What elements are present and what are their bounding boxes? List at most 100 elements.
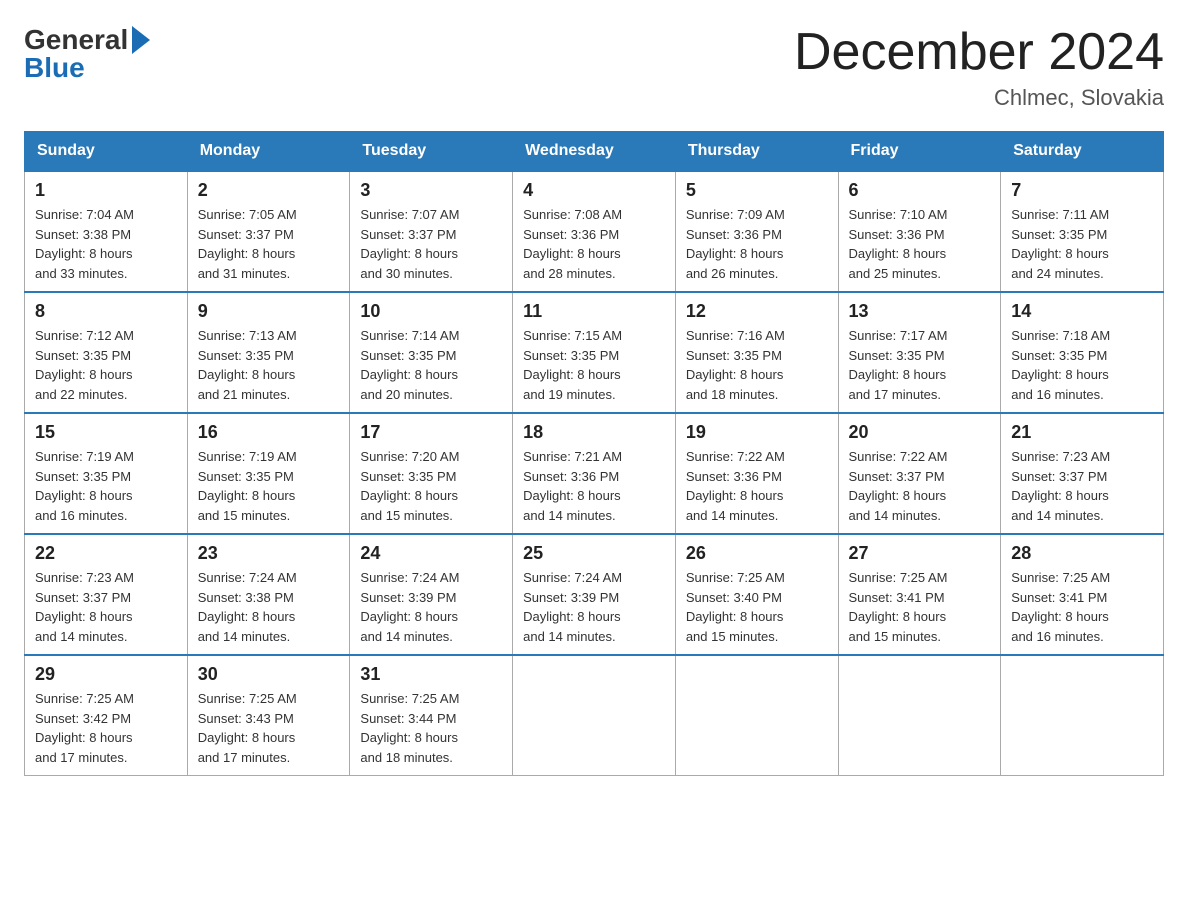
calendar-cell: 15 Sunrise: 7:19 AMSunset: 3:35 PMDayligh…: [25, 413, 188, 534]
calendar-cell: 1Sunrise: 7:04 AMSunset: 3:38 PMDaylight…: [25, 171, 188, 292]
day-number: 25: [523, 543, 665, 564]
day-info: Sunrise: 7:15 AMSunset: 3:35 PMDaylight:…: [523, 326, 665, 404]
day-number: 16: [198, 422, 340, 443]
day-number: 3: [360, 180, 502, 201]
calendar-cell: 26Sunrise: 7:25 AMSunset: 3:40 PMDayligh…: [675, 534, 838, 655]
week-row-1: 1Sunrise: 7:04 AMSunset: 3:38 PMDaylight…: [25, 171, 1164, 292]
day-info: Sunrise: 7:19 AMSunset: 3:35 PMDaylight:…: [35, 447, 177, 525]
week-row-4: 22Sunrise: 7:23 AMSunset: 3:37 PMDayligh…: [25, 534, 1164, 655]
week-row-2: 8 Sunrise: 7:12 AMSunset: 3:35 PMDaylight…: [25, 292, 1164, 413]
month-title: December 2024: [794, 24, 1164, 81]
week-row-3: 15 Sunrise: 7:19 AMSunset: 3:35 PMDayligh…: [25, 413, 1164, 534]
day-info: Sunrise: 7:23 AMSunset: 3:37 PMDaylight:…: [1011, 447, 1153, 525]
calendar-cell: 6 Sunrise: 7:10 AMSunset: 3:36 PMDaylight…: [838, 171, 1001, 292]
day-number: 12: [686, 301, 828, 322]
calendar-cell: 30 Sunrise: 7:25 AMSunset: 3:43 PMDayligh…: [187, 655, 350, 776]
calendar-cell: 7 Sunrise: 7:11 AMSunset: 3:35 PMDaylight…: [1001, 171, 1164, 292]
calendar-cell: 27 Sunrise: 7:25 AMSunset: 3:41 PMDayligh…: [838, 534, 1001, 655]
day-info: Sunrise: 7:24 AMSunset: 3:38 PMDaylight:…: [198, 568, 340, 646]
calendar-cell: 5 Sunrise: 7:09 AMSunset: 3:36 PMDaylight…: [675, 171, 838, 292]
day-number: 13: [849, 301, 991, 322]
day-header-friday: Friday: [838, 132, 1001, 172]
day-number: 4: [523, 180, 665, 201]
page-header: General Blue December 2024 Chlmec, Slova…: [24, 24, 1164, 111]
location-label: Chlmec, Slovakia: [794, 85, 1164, 111]
day-header-thursday: Thursday: [675, 132, 838, 172]
day-info: Sunrise: 7:11 AMSunset: 3:35 PMDaylight:…: [1011, 205, 1153, 283]
calendar-cell: 13Sunrise: 7:17 AMSunset: 3:35 PMDayligh…: [838, 292, 1001, 413]
day-number: 23: [198, 543, 340, 564]
calendar-cell: [513, 655, 676, 776]
day-number: 31: [360, 664, 502, 685]
day-info: Sunrise: 7:05 AMSunset: 3:37 PMDaylight:…: [198, 205, 340, 283]
day-number: 10: [360, 301, 502, 322]
day-info: Sunrise: 7:22 AMSunset: 3:36 PMDaylight:…: [686, 447, 828, 525]
day-info: Sunrise: 7:07 AMSunset: 3:37 PMDaylight:…: [360, 205, 502, 283]
day-number: 1: [35, 180, 177, 201]
day-number: 15: [35, 422, 177, 443]
day-info: Sunrise: 7:22 AMSunset: 3:37 PMDaylight:…: [849, 447, 991, 525]
day-info: Sunrise: 7:24 AMSunset: 3:39 PMDaylight:…: [360, 568, 502, 646]
day-number: 5: [686, 180, 828, 201]
day-info: Sunrise: 7:24 AMSunset: 3:39 PMDaylight:…: [523, 568, 665, 646]
title-area: December 2024 Chlmec, Slovakia: [794, 24, 1164, 111]
calendar-cell: 16 Sunrise: 7:19 AMSunset: 3:35 PMDayligh…: [187, 413, 350, 534]
day-header-saturday: Saturday: [1001, 132, 1164, 172]
day-info: Sunrise: 7:09 AMSunset: 3:36 PMDaylight:…: [686, 205, 828, 283]
day-info: Sunrise: 7:14 AMSunset: 3:35 PMDaylight:…: [360, 326, 502, 404]
calendar-cell: 23 Sunrise: 7:24 AMSunset: 3:38 PMDayligh…: [187, 534, 350, 655]
calendar-cell: [1001, 655, 1164, 776]
day-header-monday: Monday: [187, 132, 350, 172]
calendar-cell: 14 Sunrise: 7:18 AMSunset: 3:35 PMDayligh…: [1001, 292, 1164, 413]
day-info: Sunrise: 7:12 AMSunset: 3:35 PMDaylight:…: [35, 326, 177, 404]
calendar-cell: [838, 655, 1001, 776]
day-number: 17: [360, 422, 502, 443]
calendar-cell: 20 Sunrise: 7:22 AMSunset: 3:37 PMDayligh…: [838, 413, 1001, 534]
day-number: 6: [849, 180, 991, 201]
day-info: Sunrise: 7:18 AMSunset: 3:35 PMDaylight:…: [1011, 326, 1153, 404]
calendar-cell: 25 Sunrise: 7:24 AMSunset: 3:39 PMDayligh…: [513, 534, 676, 655]
day-number: 21: [1011, 422, 1153, 443]
calendar-cell: 2 Sunrise: 7:05 AMSunset: 3:37 PMDaylight…: [187, 171, 350, 292]
day-number: 18: [523, 422, 665, 443]
calendar-cell: 4 Sunrise: 7:08 AMSunset: 3:36 PMDaylight…: [513, 171, 676, 292]
calendar-cell: 12 Sunrise: 7:16 AMSunset: 3:35 PMDayligh…: [675, 292, 838, 413]
calendar-cell: 18Sunrise: 7:21 AMSunset: 3:36 PMDayligh…: [513, 413, 676, 534]
day-info: Sunrise: 7:25 AMSunset: 3:43 PMDaylight:…: [198, 689, 340, 767]
day-info: Sunrise: 7:08 AMSunset: 3:36 PMDaylight:…: [523, 205, 665, 283]
calendar-cell: 8 Sunrise: 7:12 AMSunset: 3:35 PMDaylight…: [25, 292, 188, 413]
calendar-cell: 9Sunrise: 7:13 AMSunset: 3:35 PMDaylight…: [187, 292, 350, 413]
day-number: 8: [35, 301, 177, 322]
day-info: Sunrise: 7:19 AMSunset: 3:35 PMDaylight:…: [198, 447, 340, 525]
day-info: Sunrise: 7:20 AMSunset: 3:35 PMDaylight:…: [360, 447, 502, 525]
day-number: 9: [198, 301, 340, 322]
day-info: Sunrise: 7:25 AMSunset: 3:41 PMDaylight:…: [849, 568, 991, 646]
day-info: Sunrise: 7:16 AMSunset: 3:35 PMDaylight:…: [686, 326, 828, 404]
day-info: Sunrise: 7:25 AMSunset: 3:41 PMDaylight:…: [1011, 568, 1153, 646]
day-number: 11: [523, 301, 665, 322]
day-number: 30: [198, 664, 340, 685]
day-number: 2: [198, 180, 340, 201]
calendar-cell: 29Sunrise: 7:25 AMSunset: 3:42 PMDayligh…: [25, 655, 188, 776]
day-header-sunday: Sunday: [25, 132, 188, 172]
day-number: 20: [849, 422, 991, 443]
logo-arrow-icon: [132, 26, 150, 54]
day-number: 27: [849, 543, 991, 564]
calendar-cell: [675, 655, 838, 776]
calendar-cell: 28Sunrise: 7:25 AMSunset: 3:41 PMDayligh…: [1001, 534, 1164, 655]
calendar-cell: 22Sunrise: 7:23 AMSunset: 3:37 PMDayligh…: [25, 534, 188, 655]
calendar-cell: 11 Sunrise: 7:15 AMSunset: 3:35 PMDayligh…: [513, 292, 676, 413]
day-number: 14: [1011, 301, 1153, 322]
day-number: 29: [35, 664, 177, 685]
logo-blue-text: Blue: [24, 52, 85, 84]
calendar-cell: 3 Sunrise: 7:07 AMSunset: 3:37 PMDaylight…: [350, 171, 513, 292]
day-info: Sunrise: 7:10 AMSunset: 3:36 PMDaylight:…: [849, 205, 991, 283]
calendar-cell: 19Sunrise: 7:22 AMSunset: 3:36 PMDayligh…: [675, 413, 838, 534]
day-header-wednesday: Wednesday: [513, 132, 676, 172]
calendar-table: SundayMondayTuesdayWednesdayThursdayFrid…: [24, 131, 1164, 776]
calendar-cell: 31 Sunrise: 7:25 AMSunset: 3:44 PMDayligh…: [350, 655, 513, 776]
day-header-tuesday: Tuesday: [350, 132, 513, 172]
week-row-5: 29Sunrise: 7:25 AMSunset: 3:42 PMDayligh…: [25, 655, 1164, 776]
day-number: 7: [1011, 180, 1153, 201]
day-info: Sunrise: 7:25 AMSunset: 3:44 PMDaylight:…: [360, 689, 502, 767]
